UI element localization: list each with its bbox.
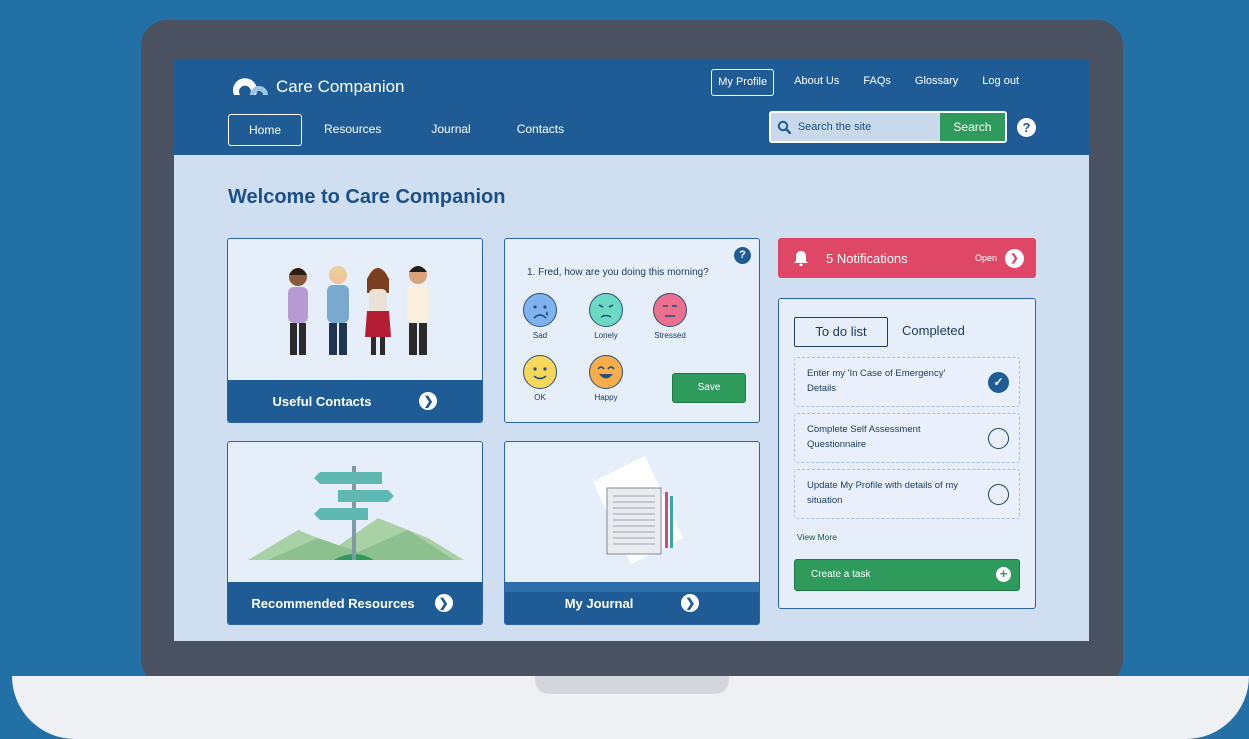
app-screen: Care Companion My Profile About Us FAQs …	[174, 59, 1089, 641]
search-button[interactable]: Search	[939, 113, 1005, 141]
notifications-label: 5 Notifications	[826, 250, 908, 266]
help-icon[interactable]: ?	[734, 247, 751, 264]
task-item[interactable]: Complete Self Assessment Questionnaire	[794, 413, 1020, 463]
top-nav-about-us[interactable]: About Us	[782, 69, 851, 96]
mood-label: Happy	[594, 393, 618, 402]
happy-face-icon	[589, 355, 623, 389]
task-text: Enter my 'In Case of Emergency' Details	[807, 368, 946, 394]
task-text: Update My Profile with details of my sit…	[807, 480, 959, 506]
app-name[interactable]: Care Companion	[276, 77, 405, 97]
check-circle-icon[interactable]: ✓	[988, 372, 1009, 393]
chevron-down-icon[interactable]: ❯	[1005, 248, 1024, 268]
mood-stressed[interactable]: Stressed	[645, 293, 695, 340]
mood-question: 1. Fred, how are you doing this morning?	[527, 267, 709, 278]
view-more-link[interactable]: View More	[797, 532, 837, 542]
top-nav-my-profile[interactable]: My Profile	[711, 69, 775, 96]
plus-icon: +	[996, 567, 1011, 582]
main-nav: Home Resources Journal Contacts	[228, 114, 586, 146]
task-text: Complete Self Assessment Questionnaire	[807, 424, 921, 450]
top-nav-glossary[interactable]: Glossary	[903, 69, 970, 96]
header: Care Companion My Profile About Us FAQs …	[174, 59, 1089, 155]
ok-face-icon	[523, 355, 557, 389]
sad-face-icon	[523, 293, 557, 327]
save-button[interactable]: Save	[672, 373, 746, 403]
useful-contacts-card[interactable]: Useful Contacts ❯	[227, 238, 483, 423]
help-icon[interactable]: ?	[1017, 118, 1036, 137]
lonely-face-icon	[589, 293, 623, 327]
nav-contacts[interactable]: Contacts	[511, 114, 586, 146]
my-journal-footer[interactable]: My Journal ❯	[505, 582, 759, 624]
mood-lonely[interactable]: Lonely	[581, 293, 631, 340]
nav-journal[interactable]: Journal	[421, 114, 510, 146]
mood-label: OK	[534, 393, 546, 402]
mood-label: Lonely	[594, 331, 618, 340]
recommended-resources-card[interactable]: Recommended Resources ❯	[227, 441, 483, 625]
my-journal-label: My Journal	[564, 595, 634, 611]
search-box: Search	[769, 111, 1007, 143]
laptop-notch	[535, 676, 729, 694]
notifications-open-label[interactable]: Open	[975, 253, 997, 263]
my-journal-card[interactable]: My Journal ❯	[504, 441, 760, 625]
search-icon	[771, 113, 798, 141]
bell-icon	[794, 251, 808, 266]
tab-todo-list[interactable]: To do list	[794, 317, 888, 347]
stressed-face-icon	[653, 293, 687, 327]
useful-contacts-footer[interactable]: Useful Contacts ❯	[228, 380, 482, 422]
top-nav-log-out[interactable]: Log out	[970, 69, 1031, 96]
recommended-resources-label: Recommended Resources	[251, 595, 415, 611]
chevron-right-icon: ❯	[681, 594, 700, 612]
notifications-bar[interactable]: 5 Notifications Open ❯	[778, 238, 1036, 278]
chevron-right-icon: ❯	[419, 392, 438, 410]
task-item[interactable]: Enter my 'In Case of Emergency' Details …	[794, 357, 1020, 407]
empty-circle-icon[interactable]	[988, 484, 1009, 505]
signpost-illustration	[248, 466, 464, 560]
mood-ok[interactable]: OK	[515, 355, 565, 402]
useful-contacts-label: Useful Contacts	[272, 393, 372, 409]
people-illustration	[288, 266, 429, 355]
task-item[interactable]: Update My Profile with details of my sit…	[794, 469, 1020, 519]
create-task-label: Create a task	[811, 569, 871, 580]
mood-label: Stressed	[654, 331, 686, 340]
page-title: Welcome to Care Companion	[228, 186, 506, 208]
empty-circle-icon[interactable]	[988, 428, 1009, 449]
mood-happy[interactable]: Happy	[581, 355, 631, 402]
create-task-button[interactable]: Create a task +	[794, 559, 1020, 591]
mood-label: Sad	[532, 331, 548, 340]
logo-icon	[233, 78, 268, 95]
search-input[interactable]	[797, 113, 940, 141]
footer-stripe	[505, 582, 759, 592]
journal-illustration	[593, 456, 683, 564]
mood-checkin-card: ? 1. Fred, how are you doing this mornin…	[504, 238, 760, 423]
recommended-resources-footer[interactable]: Recommended Resources ❯	[228, 582, 482, 624]
mood-sad[interactable]: Sad	[515, 293, 565, 340]
chevron-right-icon: ❯	[434, 594, 453, 612]
todo-tabs: To do list Completed	[794, 317, 979, 347]
nav-home[interactable]: Home	[228, 114, 302, 146]
todo-panel: To do list Completed Enter my 'In Case o…	[778, 298, 1036, 609]
tab-completed[interactable]: Completed	[888, 317, 979, 347]
nav-resources[interactable]: Resources	[302, 114, 421, 146]
top-nav-faqs[interactable]: FAQs	[851, 69, 903, 96]
top-nav: My Profile About Us FAQs Glossary Log ou…	[711, 69, 1031, 96]
